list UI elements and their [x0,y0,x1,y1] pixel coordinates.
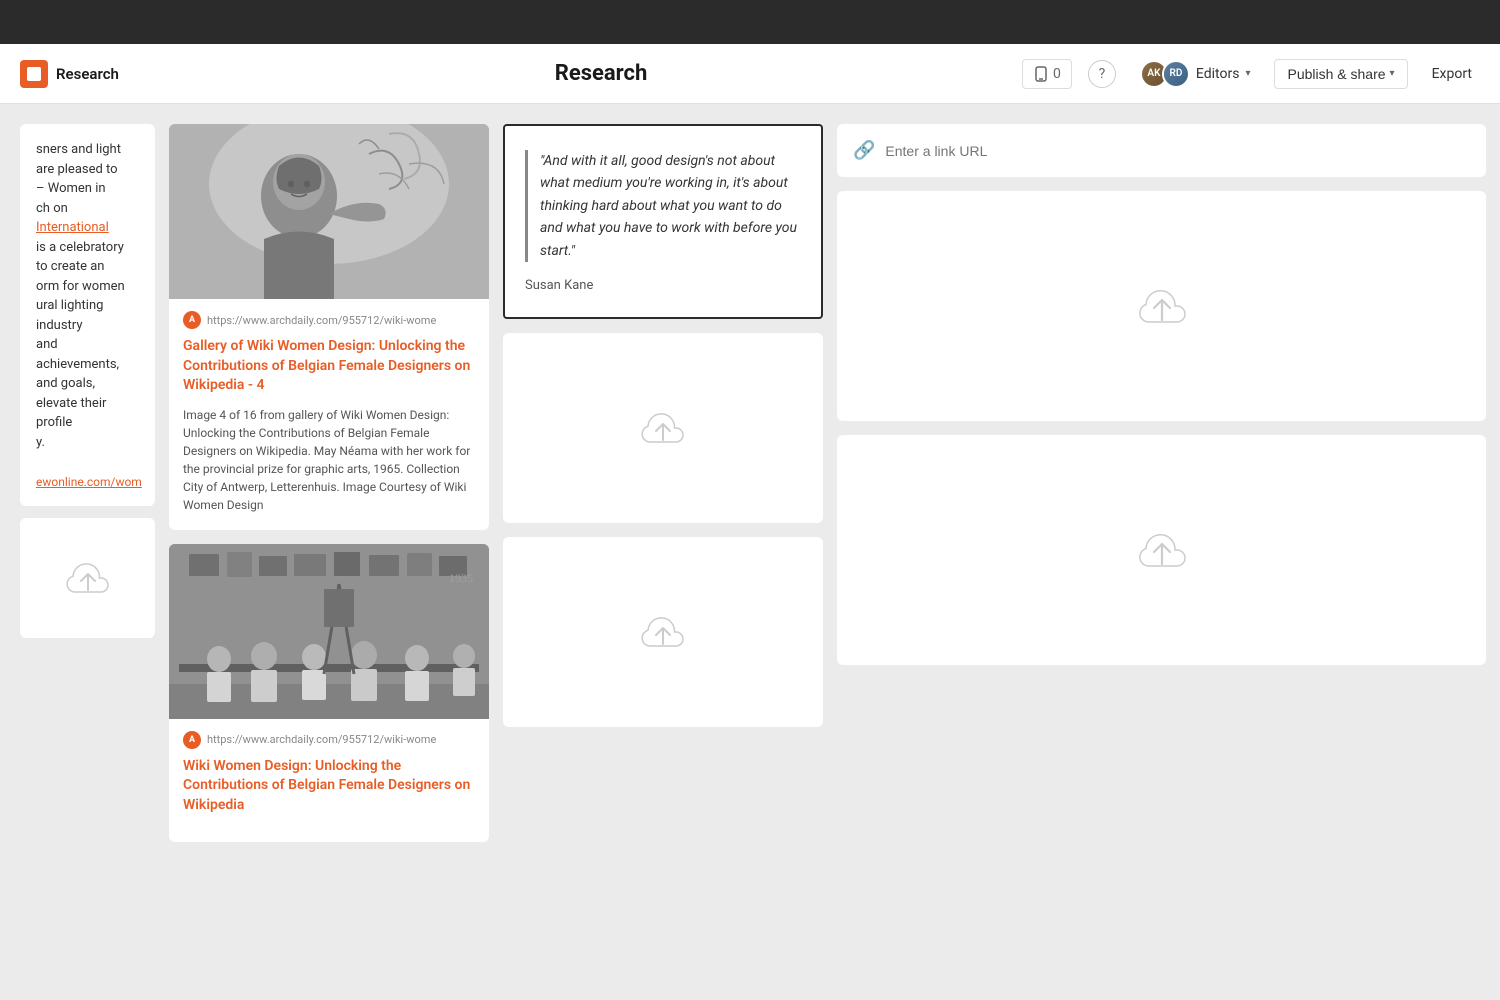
link-chain-icon: 🔗 [853,140,875,161]
source-icon-1: A [183,311,201,329]
left-card-text: sners and light are pleased to – Women i… [36,140,139,452]
quote-text: "And with it all, good design's not abou… [525,150,801,262]
card-2-image: 1935 [169,544,489,719]
upload-card-3[interactable] [837,191,1486,421]
card-1-body: A https://www.archdaily.com/955712/wiki-… [169,299,489,530]
upload-icon-1 [636,406,690,450]
card-1-source: A https://www.archdaily.com/955712/wiki-… [183,311,475,329]
main-content: sners and light are pleased to – Women i… [0,104,1500,1000]
left-upload-area [20,518,155,638]
header-left: Research [20,60,180,88]
center-area: A https://www.archdaily.com/955712/wiki-… [155,104,1500,1000]
brand-name: Research [56,65,119,83]
avatar-2: RD [1162,60,1190,88]
column-3: 🔗 [837,124,1486,980]
card-1-desc: Image 4 of 16 from gallery of Wiki Women… [183,406,475,514]
article-card-2: 1935 A https://www.archdaily.com/955712/… [169,544,489,842]
notification-button[interactable]: 0 [1022,59,1072,89]
quote-author: Susan Kane [525,278,801,293]
publish-chevron-icon: ▾ [1390,68,1395,79]
header-center: Research [180,61,1022,86]
card-2-source: A https://www.archdaily.com/955712/wiki-… [183,731,475,749]
notification-count: 0 [1053,66,1061,82]
source-url-1: https://www.archdaily.com/955712/wiki-wo… [207,314,436,327]
upload-card-2[interactable] [503,537,823,727]
editors-label: Editors [1196,66,1240,82]
card-2-title[interactable]: Wiki Women Design: Unlocking the Contrib… [183,757,475,816]
source-icon-2: A [183,731,201,749]
page-title: Research [555,61,648,86]
source-url-2: https://www.archdaily.com/955712/wiki-wo… [207,733,436,746]
quote-card: "And with it all, good design's not abou… [503,124,823,319]
classroom-image: 1935 [169,544,489,719]
left-column: sners and light are pleased to – Women i… [0,104,155,1000]
portrait-image [169,124,489,299]
publish-label: Publish & share [1287,66,1385,82]
publish-share-button[interactable]: Publish & share ▾ [1274,59,1407,89]
card-1-image [169,124,489,299]
phone-icon [1033,66,1049,82]
editors-chevron-icon: ▾ [1245,68,1250,79]
topbar [0,0,1500,44]
avatar-group: AK RD [1140,60,1190,88]
upload-icon-2 [636,610,690,654]
article-card-1: A https://www.archdaily.com/955712/wiki-… [169,124,489,530]
logo-icon [20,60,48,88]
help-button[interactable]: ? [1088,60,1116,88]
upload-cloud-icon [61,556,115,600]
upload-icon-4 [1132,524,1192,576]
card-2-body: A https://www.archdaily.com/955712/wiki-… [169,719,489,842]
link-input-card: 🔗 [837,124,1486,177]
upload-card-4[interactable] [837,435,1486,665]
upload-icon-3 [1132,280,1192,332]
avatar-2-initials: RD [1164,62,1188,86]
header-right: 0 ? AK RD Editors ▾ Publish & share ▾ Ex… [1022,56,1480,92]
column-2: "And with it all, good design's not abou… [503,124,823,980]
left-text-card: sners and light are pleased to – Women i… [20,124,155,506]
international-link[interactable]: International [36,220,109,235]
bottom-link[interactable]: ewonline.com/wom [36,475,142,489]
export-button[interactable]: Export [1424,60,1480,88]
editors-button[interactable]: AK RD Editors ▾ [1132,56,1259,92]
upload-card-1[interactable] [503,333,823,523]
column-1: A https://www.archdaily.com/955712/wiki-… [169,124,489,980]
header: Research Research 0 ? AK RD Editors ▾ [0,44,1500,104]
link-url-input[interactable] [885,143,1470,159]
card-1-title[interactable]: Gallery of Wiki Women Design: Unlocking … [183,337,475,396]
